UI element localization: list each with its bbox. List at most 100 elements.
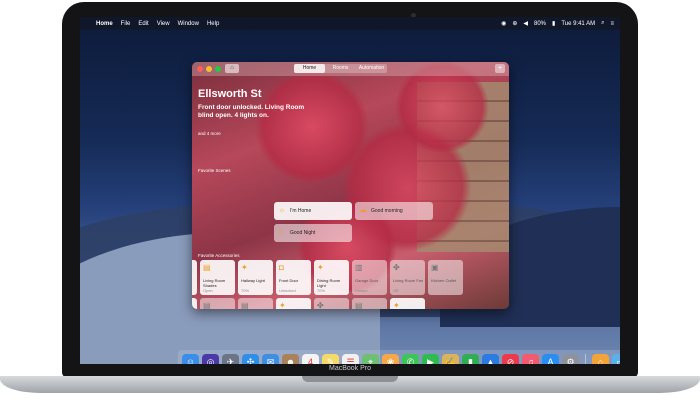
scene-good-morning[interactable]: ☁ Good morning [355, 202, 433, 220]
desktop: Home File Edit View Window Help ◉ ⊕ ◀ 80… [80, 17, 620, 364]
accessory-tile[interactable]: ▣ Kitchen Outlet [428, 260, 463, 295]
scene-label: Good morning [371, 208, 403, 214]
airplay-icon[interactable]: ◉ [501, 20, 506, 27]
battery-percent[interactable]: 80% [534, 21, 546, 27]
accessory-tile[interactable]: ◉Living Room ThermostatHeating to 72° [192, 260, 197, 295]
messages-icon[interactable]: ✆ [402, 353, 419, 364]
accessory-tile[interactable]: ✦Bedroom Light [276, 298, 311, 309]
add-button[interactable]: + [495, 64, 505, 73]
cloud-icon: ☁ [359, 207, 367, 214]
accessory-tile[interactable]: ▤Bedroom Shades [352, 298, 387, 309]
accessory-icon: ✦ [393, 301, 400, 309]
sun-icon: ☼ [278, 207, 286, 214]
accessory-tile[interactable]: ✦ Hallway Light 70% [238, 260, 273, 295]
favorite-accessories-label: Favorite Accessories [198, 253, 240, 258]
calendar-icon[interactable]: 4 [302, 353, 319, 364]
news-icon[interactable]: ⊘ [502, 353, 519, 364]
volume-icon[interactable]: ◀ [523, 20, 528, 27]
accessory-icon: ▤ [203, 263, 211, 272]
accessory-tile[interactable]: ✦ Dining Room Light 70% [314, 260, 349, 295]
music-icon[interactable]: ♫ [522, 353, 539, 364]
spotlight-icon[interactable]: ⌕ [601, 20, 604, 27]
keynote-icon[interactable]: ▲ [482, 353, 499, 364]
accessory-name: Living Room Thermostat [192, 279, 197, 288]
photos-icon[interactable]: ❀ [382, 353, 399, 364]
accessory-name: Living Room Fan [393, 278, 424, 283]
home-title: Ellsworth St [198, 88, 262, 100]
stickies-icon[interactable]: ✍ [442, 353, 459, 364]
accessory-tile[interactable]: ▤Bedroom Shades [238, 298, 273, 309]
launchpad-icon[interactable]: ✈ [222, 353, 239, 364]
accessory-state: 70% [241, 288, 250, 293]
minimize-button[interactable] [206, 66, 212, 72]
menu-edit[interactable]: Edit [138, 21, 148, 27]
menu-window[interactable]: Window [178, 21, 199, 27]
home-app-window: ⌂ Home Rooms Automation + Ellsworth St F… [192, 62, 509, 309]
home-app-icon[interactable]: ⌂ [592, 353, 609, 364]
home-settings-button[interactable]: ⌂ [225, 64, 239, 73]
dock: ☺◎✈✣✉☻4✎☰⌖❀✆▶✍▮▲⊘♫A⚙⌂▭▯ [178, 350, 620, 364]
accessory-icon: ✦ [241, 263, 248, 272]
maps-icon[interactable]: ⌖ [362, 353, 379, 364]
close-button[interactable] [197, 66, 203, 72]
facetime-icon[interactable]: ▶ [422, 353, 439, 364]
accessory-name: Garage Door [355, 278, 379, 283]
accessory-tile[interactable]: ✦Bedroom Light [390, 298, 425, 309]
accessory-tile[interactable]: ▤Master Bed Shades [200, 298, 235, 309]
scene-good-night[interactable]: ☾ Good Night [274, 224, 352, 242]
accessory-icon: ▥ [355, 263, 363, 272]
scene-label: I'm Home [290, 208, 312, 214]
folder-icon[interactable]: ▭ [612, 353, 620, 364]
accessory-icon: ✦ [279, 301, 286, 309]
accessory-state: 70% [317, 288, 326, 293]
menu-file[interactable]: File [121, 21, 131, 27]
app-store-icon[interactable]: A [542, 353, 559, 364]
menu-bar: Home File Edit View Window Help ◉ ⊕ ◀ 80… [80, 17, 620, 30]
reminders-icon[interactable]: ☰ [342, 353, 359, 364]
numbers-icon[interactable]: ▮ [462, 353, 479, 364]
system-preferences-icon[interactable]: ⚙ [562, 353, 579, 364]
mail-icon[interactable]: ✉ [262, 353, 279, 364]
favorite-scenes-label: Favorite Scenes [198, 168, 231, 173]
clock[interactable]: Tue 9:41 AM [561, 21, 595, 27]
accessory-icon: ▤ [241, 301, 249, 309]
accessory-icon: ◘ [279, 263, 284, 272]
scene-label: Good Night [290, 230, 316, 236]
laptop-brand-label: MacBook Pro [328, 365, 372, 372]
menu-help[interactable]: Help [207, 21, 219, 27]
accessory-tile[interactable]: ▥ Garage Door Closed [352, 260, 387, 295]
finder-icon[interactable]: ☺ [182, 353, 199, 364]
accessory-name: Hallway Light [241, 278, 265, 283]
laptop-notch [302, 376, 398, 382]
contacts-icon[interactable]: ☻ [282, 353, 299, 364]
notification-center-icon[interactable]: ≡ [610, 21, 614, 27]
accessory-tile[interactable]: ✦Kitchen Light [192, 298, 197, 309]
tab-home[interactable]: Home [294, 64, 325, 73]
accessory-tile[interactable]: ▤ Living Room Shades Open [200, 260, 235, 295]
tab-automation[interactable]: Automation [356, 64, 387, 73]
accessory-state: Off [393, 288, 399, 293]
accessory-tile[interactable]: ✤Bedroom Fan [314, 298, 349, 309]
wifi-icon[interactable]: ⊕ [512, 20, 517, 27]
menu-view[interactable]: View [157, 21, 170, 27]
accessory-name: Front Door [279, 278, 299, 283]
accessory-icon: ✦ [317, 263, 324, 272]
accessory-tile[interactable]: ◘ Front Door Unlocked [276, 260, 311, 295]
siri-icon[interactable]: ◎ [202, 353, 219, 364]
accessory-state: Open [203, 288, 213, 293]
battery-icon[interactable]: ▮ [552, 20, 555, 27]
dock-separator [585, 353, 586, 364]
scene-im-home[interactable]: ☼ I'm Home [274, 202, 352, 220]
menu-bar-status: ◉ ⊕ ◀ 80% ▮ Tue 9:41 AM ⌕ ≡ [501, 20, 614, 27]
more-status-link[interactable]: and 4 more [198, 131, 221, 136]
accessory-icon: ▤ [203, 301, 211, 309]
accessory-name: Living Room Shades [203, 278, 226, 288]
notes-icon[interactable]: ✎ [322, 353, 339, 364]
accessory-icon: ▤ [355, 301, 363, 309]
tab-rooms[interactable]: Rooms [325, 64, 356, 73]
zoom-button[interactable] [215, 66, 221, 72]
safari-icon[interactable]: ✣ [242, 353, 259, 364]
accessory-tile[interactable]: ✤ Living Room Fan Off [390, 260, 425, 295]
accessory-icon: ▣ [431, 263, 439, 272]
menu-home[interactable]: Home [96, 21, 113, 27]
